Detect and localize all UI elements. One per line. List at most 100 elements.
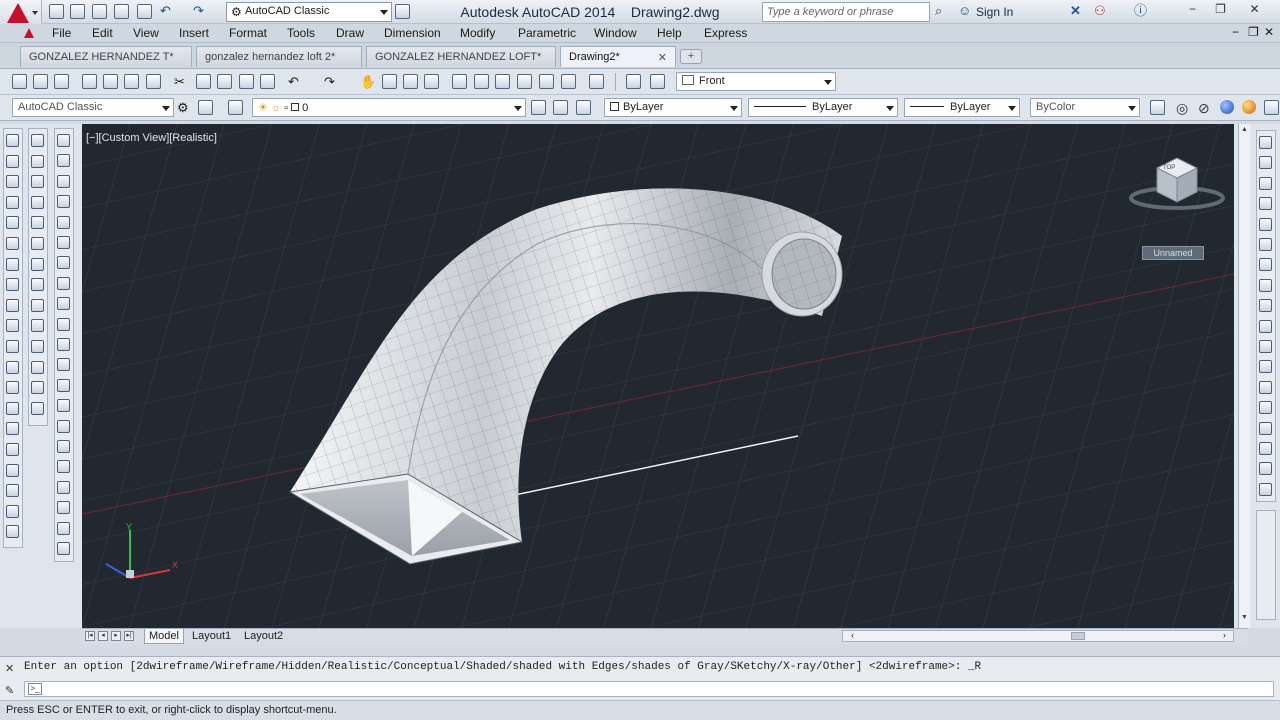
scroll-up-icon[interactable]: ▲ <box>1241 126 1248 133</box>
scroll-down-icon[interactable]: ▼ <box>1241 614 1248 621</box>
save-as-icon[interactable] <box>114 4 129 19</box>
view-select[interactable]: Front <box>676 72 836 91</box>
close-icon[interactable]: ✕ <box>658 51 667 64</box>
modeling-tool-icon[interactable] <box>31 134 44 147</box>
draw-tool-icon[interactable] <box>6 525 19 539</box>
modeling-tool-icon[interactable] <box>31 360 44 374</box>
ucs-tool-icon[interactable] <box>1259 442 1272 455</box>
plotstyle-select[interactable]: ByColor <box>1030 98 1140 117</box>
close-button[interactable]: ✕ <box>1242 2 1267 20</box>
draw-tool-icon[interactable] <box>6 484 19 498</box>
modeling-tool-icon[interactable] <box>31 319 44 333</box>
visual-styles-icon[interactable] <box>1150 100 1165 115</box>
copy-icon[interactable] <box>196 74 211 89</box>
properties-icon[interactable] <box>452 74 467 89</box>
draw-tool-icon[interactable] <box>6 463 19 477</box>
modify-tool-icon[interactable] <box>57 378 70 392</box>
customize-qat-icon[interactable] <box>395 4 410 19</box>
undo-icon[interactable]: ↶ <box>288 74 303 89</box>
command-input[interactable]: >_ <box>24 681 1274 697</box>
quickcalc-icon[interactable] <box>561 74 576 89</box>
vertical-scrollbar[interactable]: ▲ ▼ <box>1238 124 1250 628</box>
modify-tool-icon[interactable] <box>57 297 70 311</box>
draw-tool-icon[interactable] <box>6 381 19 395</box>
ucs-tool-icon[interactable] <box>1259 401 1272 415</box>
modify-tool-icon[interactable] <box>57 134 70 147</box>
ucs-tool-icon[interactable] <box>1259 360 1272 374</box>
menu-draw[interactable]: Draw <box>336 26 364 40</box>
scroll-left-icon[interactable]: ‹ <box>851 630 854 640</box>
menu-window[interactable]: Window <box>594 26 637 40</box>
zoom-previous-icon[interactable] <box>424 74 439 89</box>
menu-express[interactable]: Express <box>704 26 747 40</box>
viewcube[interactable]: TOP <box>1127 154 1227 214</box>
horizontal-scrollbar[interactable]: ‹ › <box>842 630 1234 642</box>
modify-tool-icon[interactable] <box>57 154 70 168</box>
ucs-tool-icon[interactable] <box>1259 197 1272 211</box>
draw-tool-icon[interactable] <box>6 401 19 415</box>
redo-icon[interactable]: ↷ <box>324 74 339 89</box>
scroll-thumb[interactable] <box>1071 632 1085 640</box>
sign-in-button[interactable]: Sign In <box>976 5 1013 19</box>
menu-tools[interactable]: Tools <box>287 26 315 40</box>
menu-file[interactable]: File <box>52 26 71 40</box>
lineweight-select[interactable]: ByLayer <box>904 98 1020 117</box>
layer-select[interactable]: ☀ ☼ ▫ 0 <box>252 98 526 117</box>
zoom-window-icon[interactable] <box>403 74 418 89</box>
draw-tool-icon[interactable] <box>6 278 19 292</box>
modify-tool-icon[interactable] <box>57 256 70 270</box>
realistic-icon[interactable] <box>1220 100 1234 114</box>
hidden-icon[interactable]: ⊘ <box>1198 100 1213 116</box>
redo-icon[interactable]: ↷ <box>193 4 204 18</box>
modify-tool-icon[interactable] <box>57 174 70 188</box>
draw-tool-icon[interactable] <box>6 216 19 230</box>
doc-tab[interactable]: GONZALEZ HERNANDEZ LOFT* <box>366 46 556 67</box>
customize-icon[interactable]: ✎ <box>5 684 14 697</box>
draw-tool-icon[interactable] <box>6 360 19 374</box>
visual-style-manager-icon[interactable] <box>1264 100 1279 115</box>
doc-tab[interactable]: GONZALEZ HERNANDEZ T* <box>20 46 192 67</box>
modify-tool-icon[interactable] <box>57 358 70 372</box>
new-tab-button[interactable]: + <box>680 49 702 64</box>
draw-tool-icon[interactable] <box>6 422 19 436</box>
modeling-tool-icon[interactable] <box>31 340 44 353</box>
scroll-right-icon[interactable]: › <box>1223 630 1226 640</box>
workspace-dropdown[interactable]: ⚙ AutoCAD Classic <box>226 2 392 22</box>
tab-layout2[interactable]: Layout2 <box>240 629 287 644</box>
modify-tool-icon[interactable] <box>57 215 70 229</box>
gear-icon[interactable]: ⚙ <box>177 100 192 115</box>
help-icon[interactable]: ⓘ <box>1134 4 1147 18</box>
draw-tool-icon[interactable] <box>6 443 19 456</box>
ucs-tool-icon[interactable] <box>1259 176 1272 190</box>
user-icon[interactable]: ☺ <box>958 4 971 18</box>
pan-icon[interactable]: ✋ <box>360 74 376 89</box>
ucs-tool-icon[interactable] <box>1259 156 1272 170</box>
publish-icon[interactable] <box>124 74 139 89</box>
restore-button[interactable]: ❐ <box>1208 2 1233 20</box>
ucs-tool-icon[interactable] <box>1259 340 1272 353</box>
conceptual-icon[interactable] <box>1242 100 1256 114</box>
modify-tool-icon[interactable] <box>57 480 70 494</box>
modify-tool-icon[interactable] <box>57 521 70 535</box>
ucs-icon[interactable] <box>626 74 641 89</box>
doc-tab-active[interactable]: Drawing2* ✕ <box>560 46 676 67</box>
ucs-tool-icon[interactable] <box>1259 278 1272 292</box>
draw-tool-icon[interactable] <box>6 134 19 147</box>
menu-dimension[interactable]: Dimension <box>384 26 441 40</box>
exchange-icon[interactable]: ✕ <box>1070 4 1081 18</box>
ucs-tool-icon[interactable] <box>1259 136 1272 149</box>
tool-palettes-icon[interactable] <box>495 74 510 89</box>
modeling-tool-icon[interactable] <box>31 195 44 209</box>
workspace-settings-icon[interactable] <box>198 100 213 115</box>
2d-wireframe-icon[interactable]: ◎ <box>1176 100 1191 116</box>
help-icon[interactable] <box>589 74 604 89</box>
ucs-tool-icon[interactable] <box>1259 482 1272 496</box>
layer-state-icon[interactable] <box>576 100 591 115</box>
ucs-tool-icon[interactable] <box>1259 421 1272 435</box>
draw-tool-icon[interactable] <box>6 237 19 250</box>
tab-layout1[interactable]: Layout1 <box>188 629 235 644</box>
menu-view[interactable]: View <box>133 26 159 40</box>
modify-tool-icon[interactable] <box>57 501 70 515</box>
modify-tool-icon[interactable] <box>57 542 70 555</box>
viewport-label[interactable]: [−][Custom View][Realistic] <box>86 132 217 144</box>
